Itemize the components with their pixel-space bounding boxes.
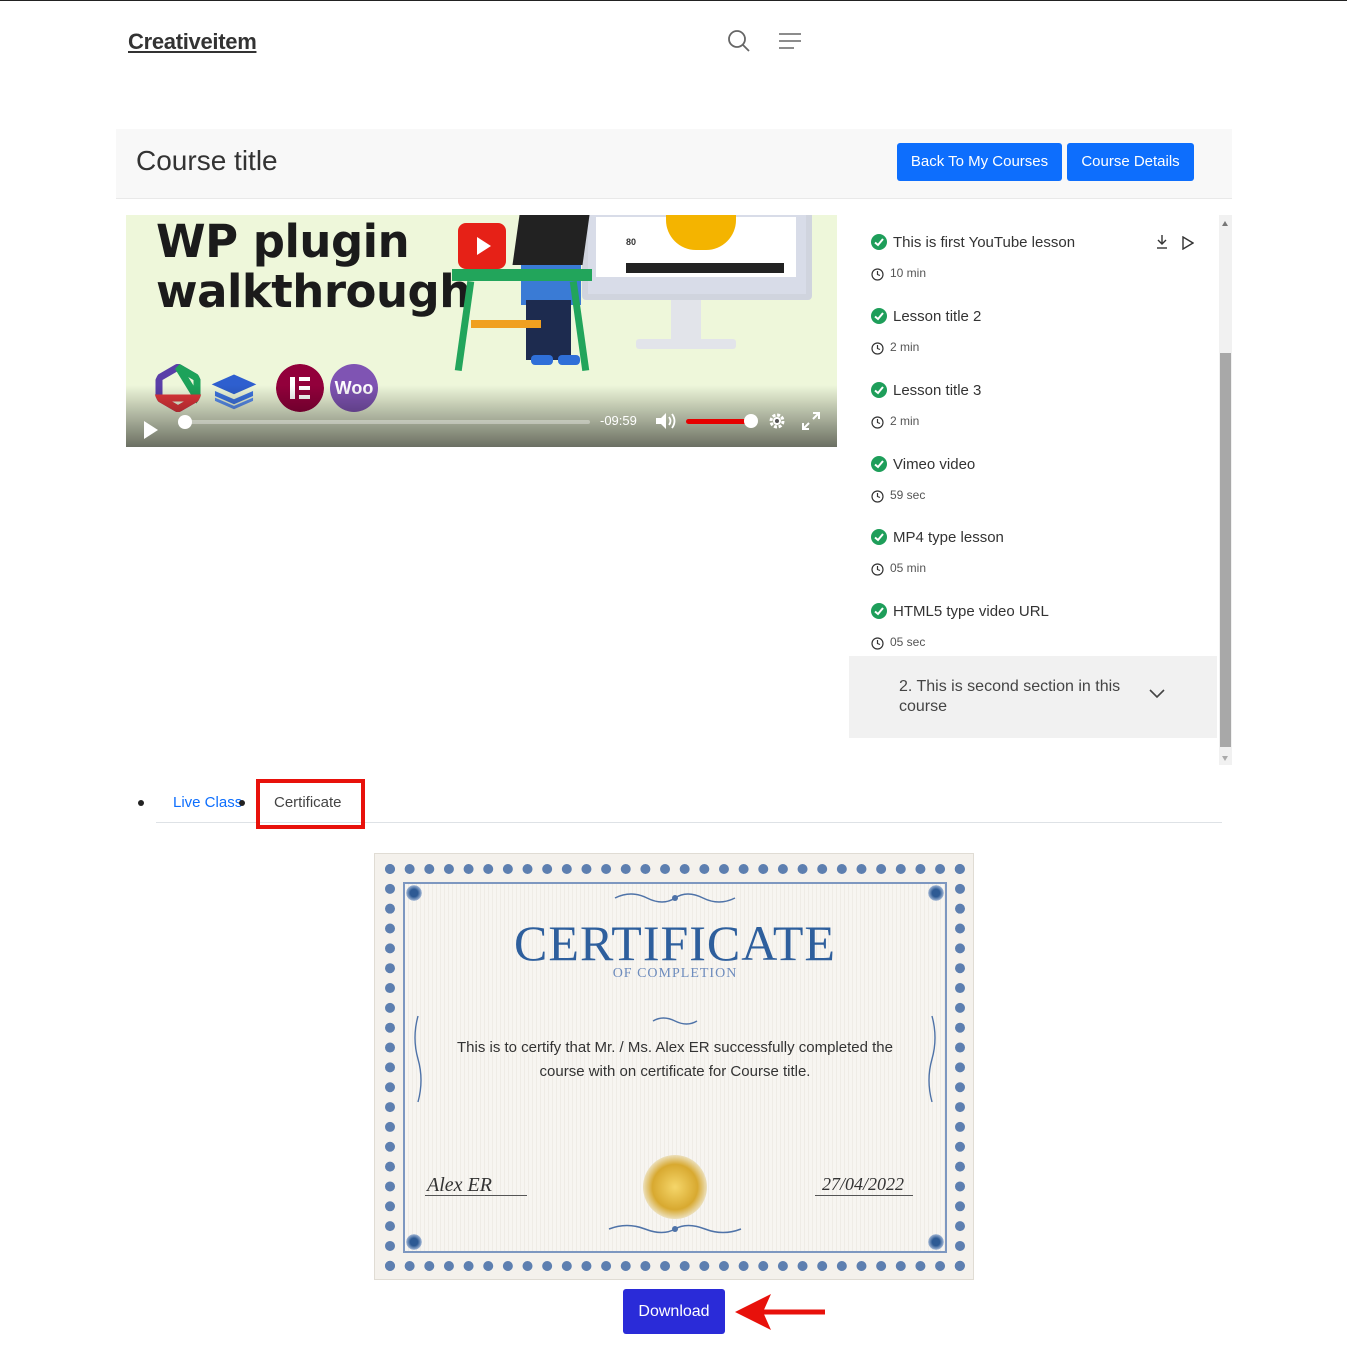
list-bullet	[239, 800, 245, 806]
course-title: Course title	[136, 145, 278, 176]
side-flourish-ornament	[414, 1015, 422, 1103]
clock-icon	[871, 637, 884, 650]
certificate-image: CERTIFICATE OF COMPLETION This is to cer…	[374, 853, 974, 1280]
course-title-bar: Course title Back To My Courses Course D…	[116, 129, 1232, 199]
scrollbar-thumb[interactable]	[1220, 353, 1231, 747]
clock-icon	[871, 268, 884, 281]
chevron-down-icon	[1149, 689, 1165, 699]
progress-thumb[interactable]	[178, 415, 192, 429]
lesson-duration: 10 min	[890, 266, 927, 280]
lesson-list-scrollbar[interactable]	[1219, 215, 1232, 765]
progress-bar[interactable]	[185, 420, 590, 424]
lesson-item[interactable]: Lesson title 2 2 min	[871, 298, 1211, 368]
check-circle-icon	[871, 234, 887, 250]
lesson-title: This is first YouTube lesson	[893, 234, 1076, 251]
section-title: 2. This is second section in this course	[899, 678, 1121, 715]
lesson-title: MP4 type lesson	[893, 529, 1004, 546]
views-badge: 80	[626, 237, 637, 247]
clock-icon	[871, 563, 884, 576]
laptop-illustration	[512, 215, 590, 265]
person-legs	[526, 300, 571, 360]
annotation-arrow-icon	[735, 1294, 825, 1330]
lesson-item[interactable]: Vimeo video 59 sec	[871, 446, 1211, 516]
check-circle-icon	[871, 308, 887, 324]
certificate-heading: CERTIFICATE	[514, 915, 836, 971]
check-circle-icon	[871, 529, 887, 545]
divider-flourish-ornament	[652, 1017, 698, 1025]
lesson-duration: 59 sec	[890, 488, 926, 502]
lesson-duration: 05 min	[890, 561, 927, 575]
course-tabs: Live Class Certificate	[156, 779, 1222, 823]
monitor-stand	[671, 300, 701, 340]
lesson-duration: 05 sec	[890, 635, 926, 649]
volume-thumb[interactable]	[744, 414, 758, 428]
lesson-item[interactable]: This is first YouTube lesson 10 min	[871, 224, 1211, 294]
check-circle-icon	[871, 456, 887, 472]
video-thumbnail-heading: WP plugin walkthrough	[156, 217, 471, 317]
signature-line	[425, 1195, 527, 1196]
side-flourish-ornament	[928, 1015, 936, 1103]
chair-illustration	[471, 320, 541, 328]
menu-icon[interactable]	[778, 31, 802, 51]
scroll-down-arrow[interactable]	[1222, 756, 1228, 761]
video-controls: -09:59	[126, 385, 837, 447]
clock-icon	[871, 416, 884, 429]
clock-icon	[871, 342, 884, 355]
date-line	[815, 1195, 913, 1196]
video-heading-line1: WP plugin	[156, 215, 410, 268]
play-outline-icon[interactable]	[1182, 236, 1194, 250]
course-details-button[interactable]: Course Details	[1067, 143, 1194, 181]
download-certificate-button[interactable]: Download	[623, 1289, 725, 1334]
gold-seal-icon	[643, 1155, 707, 1219]
bottom-flourish-ornament	[608, 1224, 742, 1234]
check-circle-icon	[871, 382, 887, 398]
site-logo[interactable]: Creativeitem	[128, 29, 257, 55]
lesson-title: Lesson title 3	[893, 382, 982, 399]
search-icon[interactable]	[727, 29, 751, 53]
download-icon[interactable]	[1155, 234, 1169, 250]
corner-ornament	[405, 884, 423, 902]
lesson-item[interactable]: HTML5 type video URL 05 sec	[871, 593, 1211, 663]
lesson-item[interactable]: Lesson title 3 2 min	[871, 372, 1211, 442]
scroll-up-arrow[interactable]	[1222, 221, 1228, 226]
play-icon[interactable]	[144, 421, 158, 439]
video-player[interactable]: WP plugin walkthrough 80 Woo	[126, 215, 837, 447]
settings-gear-icon[interactable]	[768, 412, 786, 430]
lesson-title: HTML5 type video URL	[893, 603, 1049, 620]
section-accordion-2[interactable]: 2. This is second section in this course	[849, 656, 1217, 738]
clock-icon	[871, 490, 884, 503]
site-header: Creativeitem	[0, 1, 1347, 81]
check-circle-icon	[871, 603, 887, 619]
video-heading-line2: walkthrough	[156, 265, 471, 318]
lesson-duration: 2 min	[890, 414, 920, 428]
desk-illustration	[452, 269, 592, 281]
certificate-signature: Alex ER	[427, 1174, 492, 1196]
fullscreen-icon[interactable]	[802, 412, 820, 430]
monitor-base	[636, 339, 736, 349]
tab-certificate[interactable]: Certificate	[274, 794, 342, 811]
corner-ornament	[405, 1233, 423, 1251]
volume-slider[interactable]	[686, 419, 752, 424]
lesson-title: Lesson title 2	[893, 308, 982, 325]
corner-ornament	[927, 1233, 945, 1251]
lesson-duration: 2 min	[890, 340, 920, 354]
lesson-list: This is first YouTube lesson 10 min Less…	[849, 215, 1219, 765]
certificate-body-text: This is to certify that Mr. / Ms. Alex E…	[457, 1039, 893, 1080]
volume-icon[interactable]	[655, 412, 677, 430]
certificate-subheading: OF COMPLETION	[612, 966, 738, 981]
lesson-item[interactable]: MP4 type lesson 05 min	[871, 519, 1211, 589]
lesson-title: Vimeo video	[893, 456, 976, 473]
certificate-date: 27/04/2022	[822, 1174, 905, 1194]
corner-ornament	[927, 884, 945, 902]
monitor-player-bar	[626, 263, 784, 273]
youtube-play-icon[interactable]	[458, 223, 506, 269]
shoe-right	[558, 355, 580, 365]
back-to-my-courses-button[interactable]: Back To My Courses	[897, 143, 1062, 181]
list-bullet	[138, 800, 144, 806]
top-flourish-ornament	[614, 893, 736, 903]
time-remaining: -09:59	[600, 413, 637, 428]
shoe-left	[531, 355, 553, 365]
tab-live-class[interactable]: Live Class	[173, 794, 242, 811]
